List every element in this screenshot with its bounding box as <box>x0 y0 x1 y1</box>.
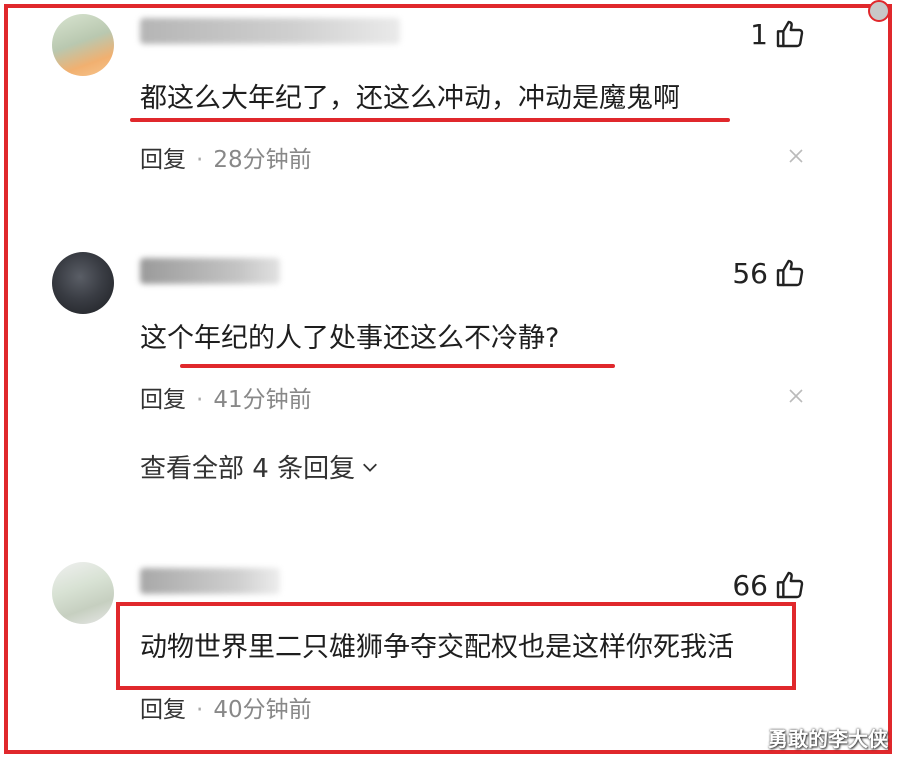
comment-meta: 回复 · 41分钟前 <box>140 380 312 414</box>
like-button[interactable]: 56 <box>732 253 806 293</box>
comment-text: 都这么大年纪了，还这么冲动，冲动是魔鬼啊 <box>140 83 680 114</box>
username-blurred[interactable] <box>140 258 280 284</box>
highlight-underline <box>130 118 730 122</box>
highlight-underline <box>180 364 615 368</box>
like-count: 66 <box>732 568 768 602</box>
avatar[interactable] <box>52 14 114 76</box>
watermark: 勇敢的李大侠 <box>768 727 888 751</box>
view-all-replies-label: 查看全部 4 条回复 <box>140 454 356 484</box>
timestamp: 41分钟前 <box>213 387 312 413</box>
separator: · <box>196 697 204 723</box>
username-blurred[interactable] <box>140 18 400 44</box>
separator: · <box>196 147 204 173</box>
like-count: 56 <box>732 256 768 290</box>
chevron-down-icon <box>363 463 378 472</box>
reply-button[interactable]: 回复 <box>140 697 186 723</box>
avatar[interactable] <box>52 252 114 314</box>
like-button[interactable]: 1 <box>750 14 806 54</box>
close-icon[interactable] <box>786 146 806 166</box>
like-button[interactable]: 66 <box>732 565 806 605</box>
thumbs-up-icon <box>776 571 804 599</box>
comment-meta: 回复 · 28分钟前 <box>140 140 312 174</box>
like-count: 1 <box>750 17 768 51</box>
thumbs-up-icon <box>776 20 804 48</box>
timestamp: 28分钟前 <box>213 147 312 173</box>
view-all-replies-button[interactable]: 查看全部 4 条回复 <box>140 448 379 485</box>
scroll-indicator[interactable] <box>868 0 890 22</box>
reply-button[interactable]: 回复 <box>140 147 186 173</box>
username-blurred[interactable] <box>140 568 280 594</box>
thumbs-up-icon <box>776 259 804 287</box>
close-icon[interactable] <box>786 386 806 406</box>
reply-button[interactable]: 回复 <box>140 387 186 413</box>
separator: · <box>196 387 204 413</box>
avatar[interactable] <box>52 562 114 624</box>
comment-text: 动物世界里二只雄狮争夺交配权也是这样你死我活 <box>140 632 734 663</box>
comment-text: 这个年纪的人了处事还这么不冷静? <box>140 323 560 354</box>
comment-meta: 回复 · 40分钟前 <box>140 690 312 724</box>
timestamp: 40分钟前 <box>213 697 312 723</box>
